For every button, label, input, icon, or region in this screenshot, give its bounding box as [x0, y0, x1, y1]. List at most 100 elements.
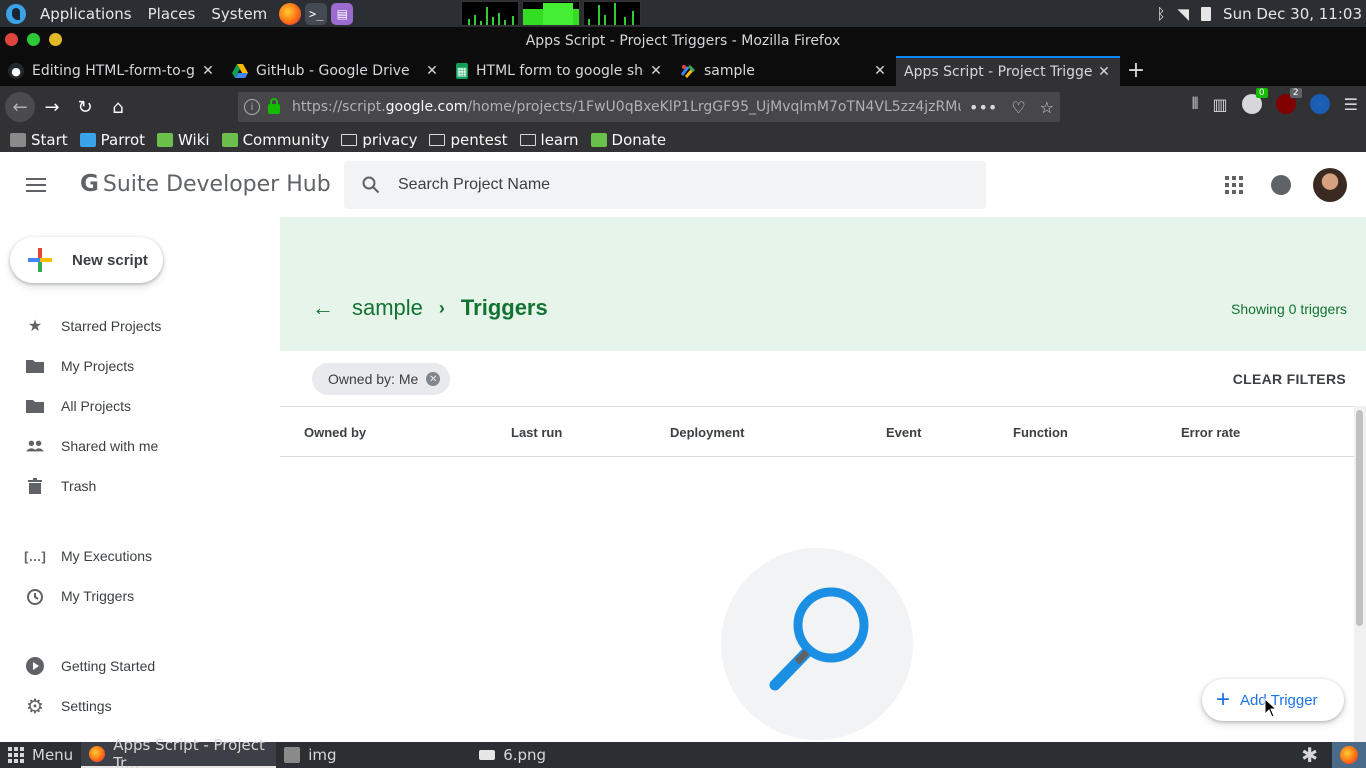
column-last-run[interactable]: Last run	[511, 425, 562, 440]
close-tab-icon[interactable]: ✕	[1096, 64, 1112, 80]
notifications-bell-icon[interactable]	[1271, 175, 1291, 195]
battery-icon[interactable]	[1201, 6, 1212, 21]
main-menu-icon[interactable]	[26, 178, 46, 192]
library-icon[interactable]: ⫴	[1192, 94, 1199, 114]
tab-label: sample	[704, 63, 755, 79]
places-menu[interactable]: Places	[140, 0, 204, 27]
sidebar-item-trash[interactable]: Trash	[0, 466, 280, 506]
sidebar-item-starred-projects[interactable]: ★ Starred Projects	[0, 306, 280, 346]
system-top-panel: Applications Places System >_ ▤ ᛒ ◥ Sun …	[0, 0, 1366, 27]
close-tab-icon[interactable]: ✕	[872, 63, 888, 79]
bookmark-privacy[interactable]: privacy	[341, 131, 417, 149]
reload-button[interactable]: ↻	[69, 91, 101, 123]
close-tab-icon[interactable]: ✕	[648, 63, 664, 79]
parrot-os-logo-icon[interactable]	[6, 3, 26, 24]
tab-label: Editing HTML-form-to-g	[32, 63, 195, 79]
trigger-count: Showing 0 triggers	[1231, 301, 1347, 317]
tab-editing-html-form[interactable]: ● Editing HTML-form-to-g ✕	[0, 56, 224, 86]
new-tab-button[interactable]: +	[1120, 56, 1152, 86]
back-button[interactable]: ←	[5, 92, 35, 122]
page-actions-icon[interactable]: •••	[969, 98, 997, 117]
filter-chip-owned-by[interactable]: Owned by: Me ✕	[312, 363, 451, 395]
bookmark-star-icon[interactable]: ☆	[1040, 98, 1054, 117]
hamburger-menu-icon[interactable]: ☰	[1344, 95, 1358, 114]
scrollbar-thumb[interactable]	[1356, 410, 1363, 626]
chevron-right-icon: ›	[438, 297, 445, 318]
search-icon[interactable]	[362, 176, 380, 194]
sidebar-item-my-projects[interactable]: My Projects	[0, 346, 280, 386]
pocket-icon[interactable]: ♡	[1011, 98, 1025, 117]
tab-sample[interactable]: sample ✕	[672, 56, 896, 86]
bookmark-wiki[interactable]: Wiki	[157, 131, 210, 149]
system-tray: ᛒ ◥ Sun Dec 30, 11:03	[1156, 5, 1366, 23]
clear-filters-button[interactable]: CLEAR FILTERS	[1233, 371, 1346, 387]
table-scrollbar[interactable]	[1354, 406, 1366, 742]
sidebar-nav: ★ Starred Projects My Projects All Proje…	[0, 306, 280, 726]
column-owned-by[interactable]: Owned by	[304, 425, 366, 440]
close-tab-icon[interactable]: ✕	[424, 63, 440, 79]
sidebar-icon[interactable]: ▥	[1213, 95, 1228, 114]
tab-github-google-drive[interactable]: GitHub - Google Drive ✕	[224, 56, 448, 86]
bookmark-learn[interactable]: learn	[519, 131, 579, 149]
column-event[interactable]: Event	[886, 425, 921, 440]
site-info-icon[interactable]: i	[244, 99, 260, 115]
g-logo-icon: G	[80, 171, 99, 197]
firefox-launcher-icon[interactable]	[279, 2, 302, 25]
home-button[interactable]: ⌂	[102, 91, 134, 123]
breadcrumb-project-link[interactable]: sample	[352, 295, 423, 321]
account-avatar[interactable]	[1313, 168, 1347, 202]
url-text[interactable]: https://script.google.com/home/projects/…	[292, 99, 961, 115]
wifi-icon[interactable]: ◥	[1178, 5, 1190, 23]
project-search[interactable]	[344, 161, 986, 209]
remove-filter-icon[interactable]: ✕	[426, 372, 441, 386]
sidebar-item-my-triggers[interactable]: My Triggers	[0, 576, 280, 616]
secure-lock-icon[interactable]	[268, 98, 280, 114]
taskbar-task-image-viewer[interactable]: 6.png	[471, 742, 666, 768]
new-script-button[interactable]: New script	[10, 237, 163, 283]
bookmark-community[interactable]: Community	[221, 131, 329, 149]
sidebar-item-shared-with-me[interactable]: Shared with me	[0, 426, 280, 466]
close-tab-icon[interactable]: ✕	[200, 63, 216, 79]
bookmark-pentest[interactable]: pentest	[429, 131, 508, 149]
url-bar[interactable]: i https://script.google.com/home/project…	[238, 92, 1060, 122]
sidebar-item-all-projects[interactable]: All Projects	[0, 386, 280, 426]
google-apps-icon[interactable]	[1225, 176, 1243, 194]
tab-apps-script-project-triggers[interactable]: Apps Script - Project Trigger ✕	[896, 56, 1120, 86]
star-icon: ★	[27, 318, 43, 335]
image-file-icon	[479, 750, 496, 760]
trash-icon	[26, 477, 44, 495]
privacy-extension-icon[interactable]: 0	[1241, 88, 1268, 114]
taskbar-task-img-folder[interactable]: img	[276, 742, 471, 768]
https-everywhere-icon[interactable]	[1309, 94, 1330, 114]
github-icon: ●	[8, 63, 24, 79]
bookmark-start[interactable]: Start	[10, 131, 68, 149]
notes-launcher-icon[interactable]: ▤	[331, 2, 354, 25]
app-brand[interactable]: G Suite Developer Hub	[80, 171, 331, 197]
sidebar-item-my-executions[interactable]: […] My Executions	[0, 536, 280, 576]
search-input[interactable]	[398, 176, 958, 194]
sidebar-item-getting-started[interactable]: Getting Started	[0, 646, 280, 686]
sidebar-item-settings[interactable]: ⚙ Settings	[0, 686, 280, 726]
asterisk-icon[interactable]: ✱	[1301, 743, 1318, 767]
taskbar-menu-button[interactable]: Menu	[0, 746, 81, 764]
system-menu[interactable]: System	[203, 0, 275, 27]
taskbar-menu-label: Menu	[32, 746, 74, 764]
column-deployment[interactable]: Deployment	[670, 425, 744, 440]
firefox-tray-icon[interactable]	[1332, 742, 1366, 768]
column-error-rate[interactable]: Error rate	[1181, 425, 1240, 440]
bookmark-donate[interactable]: Donate	[590, 131, 666, 149]
sidebar: New script ★ Starred Projects My Project…	[0, 217, 280, 742]
back-arrow-icon[interactable]: ←	[312, 295, 334, 321]
bookmark-parrot[interactable]: Parrot	[79, 131, 145, 149]
network-graph	[583, 1, 642, 26]
taskbar-task-firefox[interactable]: Apps Script - Project Tr...	[81, 736, 277, 768]
tab-html-form-google-sheets[interactable]: ▦ HTML form to google she ✕	[448, 56, 672, 86]
ublock-extension-icon[interactable]: 2	[1275, 88, 1302, 114]
bluetooth-icon[interactable]: ᛒ	[1156, 5, 1165, 23]
terminal-launcher-icon[interactable]: >_	[305, 2, 328, 25]
forward-button[interactable]: →	[36, 91, 68, 123]
clock[interactable]: Sun Dec 30, 11:03	[1223, 5, 1362, 23]
column-function[interactable]: Function	[1013, 425, 1068, 440]
applications-menu[interactable]: Applications	[32, 0, 140, 27]
tab-label: HTML form to google she	[476, 63, 644, 79]
